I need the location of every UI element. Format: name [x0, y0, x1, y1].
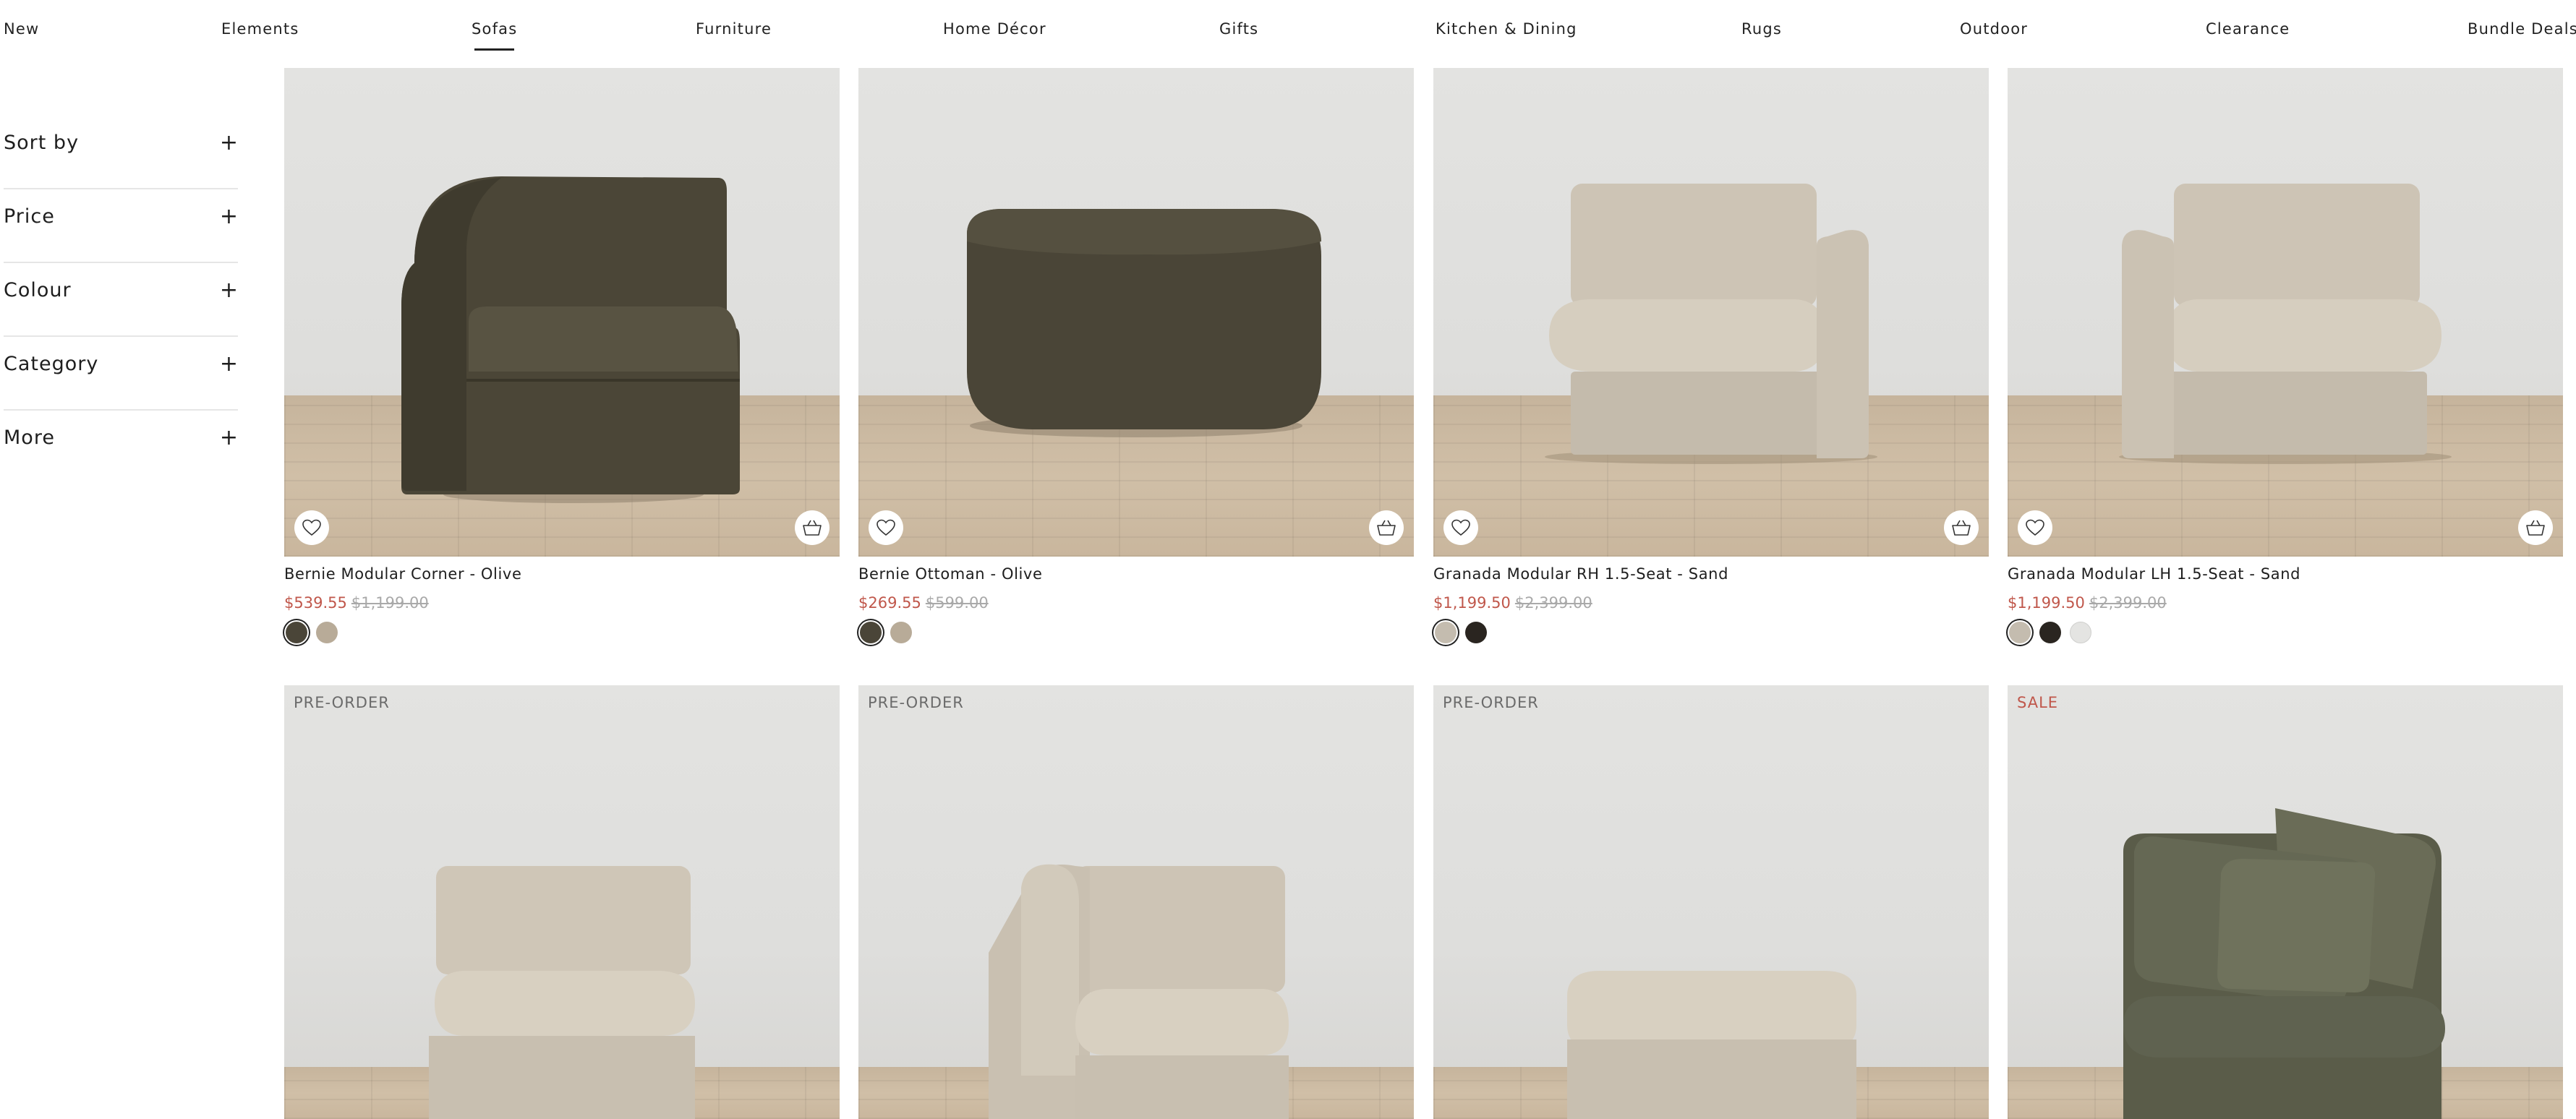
sale-price: $269.55	[858, 594, 921, 612]
product-image[interactable]: PRE-ORDER	[1433, 685, 1989, 1119]
swatch-sand[interactable]	[316, 622, 338, 643]
filter-label: Colour	[4, 279, 72, 301]
nav-kitchen-dining[interactable]: Kitchen & Dining	[1436, 20, 1577, 38]
swatch-sand[interactable]	[2009, 622, 2031, 643]
basket-icon	[2526, 520, 2545, 536]
product-card: Granada Modular RH 1.5-Seat - Sand $1,19…	[1433, 68, 1989, 643]
nav-sofas[interactable]: Sofas	[472, 20, 517, 51]
colour-swatches	[1433, 622, 1989, 643]
swatch-sand[interactable]	[890, 622, 912, 643]
filter-more[interactable]: More +	[4, 411, 238, 483]
product-image[interactable]	[2008, 68, 2563, 557]
swatch-olive[interactable]	[860, 622, 882, 643]
filter-colour[interactable]: Colour +	[4, 263, 238, 337]
colour-swatches	[2008, 622, 2563, 643]
heart-icon	[2026, 519, 2044, 536]
product-name[interactable]: Granada Modular RH 1.5-Seat - Sand	[1433, 565, 1989, 583]
swatch-olive[interactable]	[286, 622, 307, 643]
main-navigation: New Elements Sofas Furniture Home Décor …	[0, 0, 2576, 67]
corner-chair-image	[401, 176, 740, 503]
heart-icon	[1451, 519, 1470, 536]
sale-price: $1,199.50	[1433, 594, 1511, 612]
nav-bundle-deals[interactable]: Bundle Deals	[2468, 20, 2576, 38]
nav-outdoor[interactable]: Outdoor	[1960, 20, 2028, 38]
heart-icon	[302, 519, 321, 536]
plus-icon[interactable]: +	[220, 278, 238, 303]
original-price: $599.00	[925, 594, 989, 612]
rh-seat-image	[1545, 184, 1877, 464]
swatch-charcoal[interactable]	[2039, 622, 2061, 643]
nav-gifts[interactable]: Gifts	[1219, 20, 1258, 38]
nav-home-decor[interactable]: Home Décor	[943, 20, 1046, 38]
nav-clearance[interactable]: Clearance	[2206, 20, 2290, 38]
sale-price: $1,199.50	[2008, 594, 2085, 612]
plus-icon[interactable]: +	[220, 425, 238, 450]
product-image[interactable]: PRE-ORDER	[858, 685, 1414, 1119]
colour-swatches	[858, 622, 1414, 643]
filter-label: Price	[4, 205, 55, 228]
original-price: $2,399.00	[2089, 594, 2167, 612]
filter-label: Category	[4, 353, 99, 375]
product-image[interactable]: SALE	[2008, 685, 2563, 1119]
add-to-cart-button[interactable]	[2518, 510, 2553, 545]
product-card: Granada Modular LH 1.5-Seat - Sand $1,19…	[2008, 68, 2563, 643]
armless-seat-image	[429, 866, 695, 1119]
sale-price: $539.55	[284, 594, 347, 612]
basket-icon	[1952, 520, 1971, 536]
product-card: SALE	[2008, 685, 2563, 1119]
filter-sort-by[interactable]: Sort by +	[4, 116, 238, 189]
filter-label: More	[4, 426, 55, 449]
basket-icon	[1377, 520, 1396, 536]
swatch-sand[interactable]	[1435, 622, 1457, 643]
product-name[interactable]: Granada Modular LH 1.5-Seat - Sand	[2008, 565, 2563, 583]
basket-icon	[803, 520, 822, 536]
plus-icon[interactable]: +	[220, 351, 238, 377]
filter-price[interactable]: Price +	[4, 189, 238, 263]
green-seat-image	[2123, 808, 2445, 1119]
wishlist-button[interactable]	[294, 510, 329, 545]
product-price: $539.55 $1,199.00	[284, 594, 840, 612]
colour-swatches	[284, 622, 840, 643]
product-name[interactable]: Bernie Ottoman - Olive	[858, 565, 1414, 583]
product-price: $1,199.50 $2,399.00	[2008, 594, 2563, 612]
corner-seat-image	[989, 864, 1289, 1119]
nav-rugs[interactable]: Rugs	[1741, 20, 1782, 38]
wishlist-button[interactable]	[1443, 510, 1478, 545]
filter-label: Sort by	[4, 132, 80, 154]
product-image[interactable]	[858, 68, 1414, 557]
product-image[interactable]: PRE-ORDER	[284, 685, 840, 1119]
nav-furniture[interactable]: Furniture	[696, 20, 772, 38]
product-card: PRE-ORDER	[1433, 685, 1989, 1119]
nav-elements[interactable]: Elements	[221, 20, 299, 38]
wishlist-button[interactable]	[869, 510, 903, 545]
swatch-white[interactable]	[2070, 622, 2091, 643]
product-price: $269.55 $599.00	[858, 594, 1414, 612]
filter-sidebar: Sort by + Price + Colour + Category + Mo…	[4, 116, 238, 483]
add-to-cart-button[interactable]	[795, 510, 829, 545]
product-card: Bernie Ottoman - Olive $269.55 $599.00	[858, 68, 1414, 643]
product-name[interactable]: Bernie Modular Corner - Olive	[284, 565, 840, 583]
ottoman-sand-image	[1567, 971, 1856, 1119]
product-card: PRE-ORDER	[284, 685, 840, 1119]
nav-new[interactable]: New	[4, 20, 39, 38]
product-card: PRE-ORDER	[858, 685, 1414, 1119]
wishlist-button[interactable]	[2018, 510, 2052, 545]
ottoman-image	[967, 209, 1321, 437]
original-price: $1,199.00	[351, 594, 429, 612]
add-to-cart-button[interactable]	[1944, 510, 1979, 545]
product-image[interactable]	[1433, 68, 1989, 557]
original-price: $2,399.00	[1514, 594, 1592, 612]
add-to-cart-button[interactable]	[1369, 510, 1404, 545]
plus-icon[interactable]: +	[220, 204, 238, 229]
product-card: Bernie Modular Corner - Olive $539.55 $1,…	[284, 68, 840, 643]
product-price: $1,199.50 $2,399.00	[1433, 594, 1989, 612]
heart-icon	[877, 519, 895, 536]
swatch-charcoal[interactable]	[1465, 622, 1487, 643]
lh-seat-image	[2119, 184, 2452, 464]
product-image[interactable]	[284, 68, 840, 557]
filter-category[interactable]: Category +	[4, 337, 238, 411]
plus-icon[interactable]: +	[220, 130, 238, 155]
